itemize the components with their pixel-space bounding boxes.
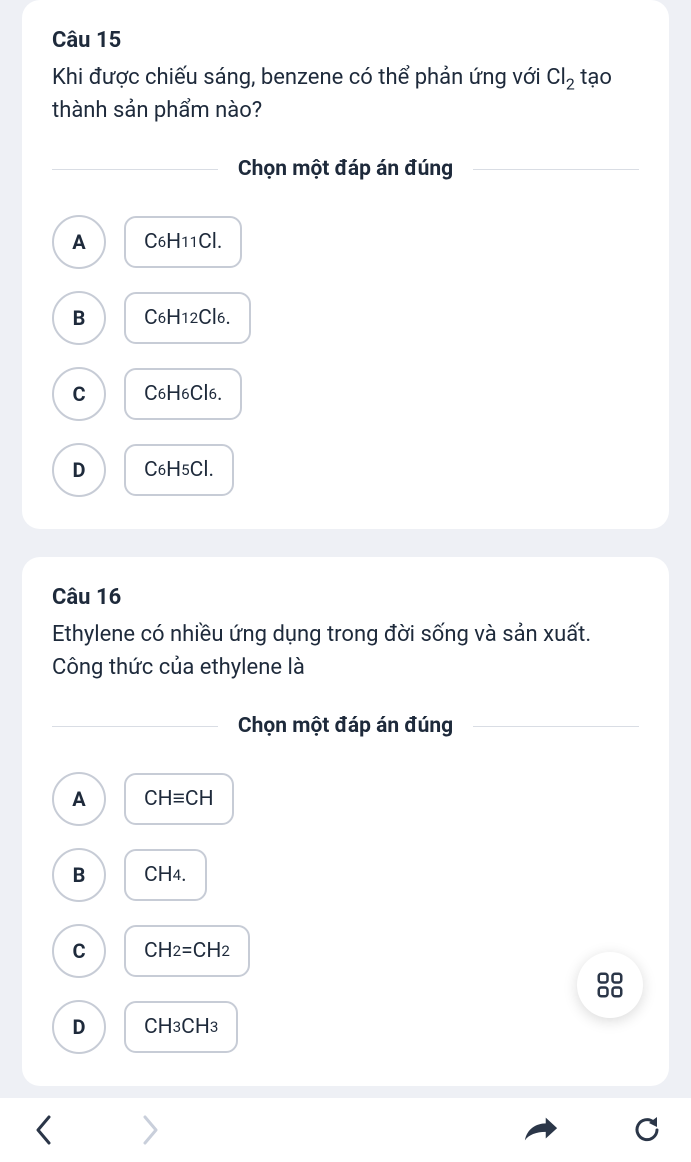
option-content[interactable]: CH ≡CH [124,773,234,825]
options-list: A CH ≡CH B CH4. C CH2 =CH2 D CH [52,772,639,1054]
question-text: Khi được chiếu sáng, benzene có thể phản… [52,61,639,127]
option-letter[interactable]: C [52,924,106,978]
option-letter[interactable]: B [52,848,106,902]
option-content[interactable]: CH4. [124,849,207,901]
option-a[interactable]: A C6H11Cl. [52,215,639,269]
option-content[interactable]: CH3CH3 [124,1001,238,1053]
option-c[interactable]: C CH2 =CH2 [52,924,639,978]
option-content[interactable]: C6H12Cl6. [124,292,251,344]
option-content[interactable]: C6H11Cl. [124,216,242,268]
instruction-divider: Chọn một đáp án đúng [52,157,639,181]
option-a[interactable]: A CH ≡CH [52,772,639,826]
chevron-left-icon [34,1114,54,1146]
option-content[interactable]: CH2 =CH2 [124,925,250,977]
option-content[interactable]: C6H5Cl. [124,444,234,496]
option-b[interactable]: B CH4. [52,848,639,902]
question-title: Câu 16 [52,585,639,610]
option-letter[interactable]: C [52,367,106,421]
grid-fab-button[interactable] [577,952,643,1018]
option-content[interactable]: C6H6Cl6. [124,368,242,420]
option-letter[interactable]: D [52,1000,106,1054]
instruction-label: Chọn một đáp án đúng [218,157,473,181]
instruction-label: Chọn một đáp án đúng [218,714,473,738]
question-card-16: Câu 16 Ethylene có nhiều ứng dụng trong … [22,557,669,1086]
option-c[interactable]: C C6H6Cl6. [52,367,639,421]
option-d[interactable]: D CH3CH3 [52,1000,639,1054]
prev-button[interactable] [26,1112,62,1148]
share-arrow-icon [523,1115,559,1145]
next-button-disabled [132,1112,168,1148]
option-letter[interactable]: A [52,772,106,826]
bottom-nav [0,1098,691,1162]
option-letter[interactable]: A [52,215,106,269]
instruction-divider: Chọn một đáp án đúng [52,714,639,738]
grid-icon [595,970,625,1000]
option-b[interactable]: B C6H12Cl6. [52,291,639,345]
questions-scroll[interactable]: Câu 15 Khi được chiếu sáng, benzene có t… [0,0,691,1098]
option-letter[interactable]: D [52,443,106,497]
question-title: Câu 15 [52,28,639,53]
share-button[interactable] [523,1112,559,1148]
chevron-right-icon [140,1114,160,1146]
options-list: A C6H11Cl. B C6H12Cl6. C C6H6Cl6. D [52,215,639,497]
option-letter[interactable]: B [52,291,106,345]
question-card-15: Câu 15 Khi được chiếu sáng, benzene có t… [22,0,669,529]
reload-icon [631,1114,663,1146]
reload-button[interactable] [629,1112,665,1148]
question-text: Ethylene có nhiều ứng dụng trong đời sốn… [52,618,639,684]
option-d[interactable]: D C6H5Cl. [52,443,639,497]
